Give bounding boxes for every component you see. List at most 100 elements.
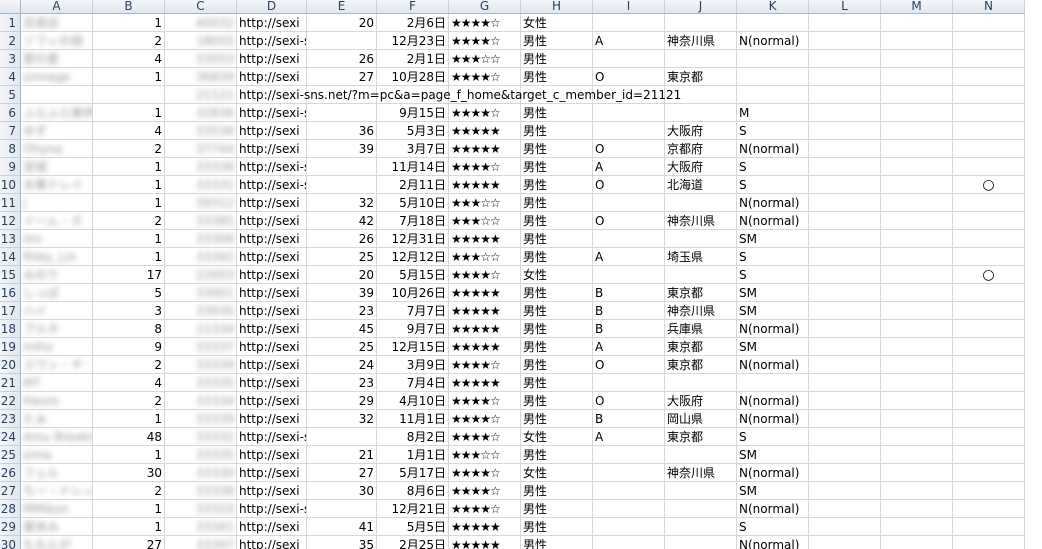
cell-n[interactable] <box>953 50 1025 68</box>
cell-i[interactable] <box>593 266 665 284</box>
cell-k[interactable]: S <box>737 428 809 446</box>
cell-m[interactable] <box>881 320 953 338</box>
cell-c[interactable]: 18055 <box>165 32 237 50</box>
cell-e[interactable]: 27 <box>307 464 377 482</box>
cell-g[interactable]: ★★★★★ <box>449 320 521 338</box>
cell-i[interactable]: O <box>593 212 665 230</box>
cell-c[interactable]: 33330 <box>165 464 237 482</box>
cell-n[interactable] <box>953 464 1025 482</box>
cell-j[interactable]: 神奈川県 <box>665 32 737 50</box>
cell-b[interactable]: 4 <box>93 374 165 392</box>
row-header[interactable]: 28 <box>0 500 21 518</box>
cell-c[interactable]: 33338 <box>165 158 237 176</box>
cell-m[interactable] <box>881 14 953 32</box>
cell-d[interactable]: http://sexi <box>237 446 307 464</box>
cell-n[interactable] <box>953 518 1025 536</box>
cell-a[interactable]: Amu Breaks <box>21 428 93 446</box>
cell-c[interactable]: 33339 <box>165 410 237 428</box>
cell-h[interactable]: 男性 <box>521 248 593 266</box>
cell-a[interactable]: MT <box>21 374 93 392</box>
cell-n[interactable] <box>953 500 1025 518</box>
row-header[interactable]: 22 <box>0 392 21 410</box>
cell-g[interactable]: ★★★★★ <box>449 284 521 302</box>
cell-e[interactable]: 24 <box>307 356 377 374</box>
cell-d[interactable]: http://sexi-sns.net/?m <box>237 500 307 518</box>
cell-f[interactable]: 12月23日 <box>377 32 449 50</box>
cell-g[interactable]: ★★★★★ <box>449 302 521 320</box>
cell-b[interactable]: 1 <box>93 500 165 518</box>
cell-a[interactable]: ハイ <box>21 302 93 320</box>
cell-i[interactable] <box>593 50 665 68</box>
cell-h[interactable]: 男性 <box>521 392 593 410</box>
cell-f[interactable]: 5月3日 <box>377 122 449 140</box>
column-header-c[interactable]: C <box>165 0 237 13</box>
cell-g[interactable]: ★★★★★ <box>449 230 521 248</box>
cell-h[interactable]: 男性 <box>521 518 593 536</box>
cell-a[interactable]: ブルネ <box>21 320 93 338</box>
cell-k[interactable]: SM <box>737 446 809 464</box>
cell-l[interactable] <box>809 122 881 140</box>
cell-j[interactable]: 岡山県 <box>665 410 737 428</box>
cell-c[interactable]: 37744 <box>165 140 237 158</box>
cell-h[interactable]: 男性 <box>521 50 593 68</box>
column-header-g[interactable]: G <box>449 0 521 13</box>
cell-m[interactable] <box>881 374 953 392</box>
cell-m[interactable] <box>881 284 953 302</box>
row-header[interactable]: 2 <box>0 32 21 50</box>
column-header-l[interactable]: L <box>809 0 881 13</box>
cell-k[interactable]: N(normal) <box>737 140 809 158</box>
cell-i[interactable] <box>593 122 665 140</box>
row-header[interactable]: 15 <box>0 266 21 284</box>
cell-m[interactable] <box>881 428 953 446</box>
cell-b[interactable]: 1 <box>93 446 165 464</box>
cell-g[interactable]: ★★★★★ <box>449 536 521 549</box>
cell-a[interactable]: 宮城 <box>21 158 93 176</box>
cell-a[interactable]: 愛の愛 <box>21 50 93 68</box>
cell-h[interactable]: 男性 <box>521 284 593 302</box>
cell-h[interactable]: 男性 <box>521 302 593 320</box>
row-header[interactable]: 20 <box>0 356 21 374</box>
cell-j[interactable]: 東京都 <box>665 428 737 446</box>
cell-a[interactable]: ちー・ドレッシ <box>21 482 93 500</box>
cell-k[interactable]: N(normal) <box>737 410 809 428</box>
cell-b[interactable]: 1 <box>93 518 165 536</box>
cell-d[interactable]: http://sexi <box>237 248 307 266</box>
row-header[interactable]: 21 <box>0 374 21 392</box>
cell-e[interactable]: 26 <box>307 50 377 68</box>
cell-c[interactable]: 36839 <box>165 68 237 86</box>
cell-k[interactable] <box>737 374 809 392</box>
cell-g[interactable]: ★★★★☆ <box>449 464 521 482</box>
row-header[interactable]: 7 <box>0 122 21 140</box>
cell-i[interactable]: B <box>593 284 665 302</box>
column-header-n[interactable]: N <box>953 0 1025 13</box>
cell-a[interactable]: スワン・チ <box>21 356 93 374</box>
cell-j[interactable] <box>665 230 737 248</box>
cell-a[interactable]: 百貨店 <box>21 14 93 32</box>
cell-d[interactable]: http://sexi <box>237 320 307 338</box>
cell-j[interactable]: 神奈川県 <box>665 302 737 320</box>
cell-e[interactable]: 42 <box>307 212 377 230</box>
cell-e[interactable]: 30 <box>307 482 377 500</box>
cell-a[interactable]: しっぽ <box>21 284 93 302</box>
cell-a[interactable]: sinnage <box>21 68 93 86</box>
cell-c[interactable]: 33930 <box>165 302 237 320</box>
cell-d[interactable]: http://sexi <box>237 14 307 32</box>
cell-k[interactable]: SM <box>737 230 809 248</box>
cell-l[interactable] <box>809 68 881 86</box>
cell-k[interactable]: N(normal) <box>737 356 809 374</box>
cell-e[interactable]: 26 <box>307 230 377 248</box>
cell-g[interactable]: ★★★★☆ <box>449 392 521 410</box>
cell-b[interactable]: 2 <box>93 32 165 50</box>
cell-f[interactable]: 10月28日 <box>377 68 449 86</box>
cell-n[interactable] <box>953 338 1025 356</box>
cell-d[interactable]: http://sexi <box>237 284 307 302</box>
row-header[interactable]: 19 <box>0 338 21 356</box>
cell-l[interactable] <box>809 320 881 338</box>
cell-j[interactable]: 東京都 <box>665 338 737 356</box>
cell-j[interactable]: 東京都 <box>665 284 737 302</box>
cell-f[interactable]: 7月4日 <box>377 374 449 392</box>
cell-l[interactable] <box>809 230 881 248</box>
cell-h[interactable]: 女性 <box>521 428 593 446</box>
cell-h[interactable]: 男性 <box>521 536 593 549</box>
column-header-h[interactable]: H <box>521 0 593 13</box>
